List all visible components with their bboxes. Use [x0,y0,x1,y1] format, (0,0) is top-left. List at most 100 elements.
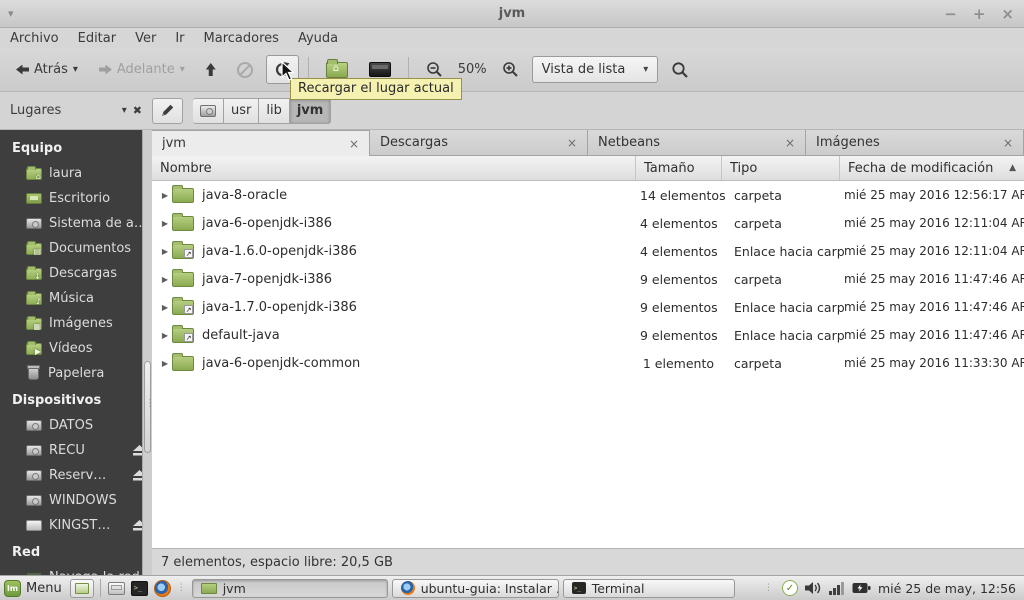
sidebar-item-datos[interactable]: DATOS [0,413,152,438]
sidebar-item-imagenes[interactable]: ▦ Imágenes [0,311,152,336]
menu-ir[interactable]: Ir [175,31,184,46]
computer-icon [369,62,391,77]
tab-netbeans[interactable]: Netbeans × [588,130,806,156]
folder-icon [172,216,194,231]
sidebar-item-sistema[interactable]: Sistema de a… [0,211,152,236]
breadcrumb-root-button[interactable] [193,98,224,124]
sidebar-item-kingston[interactable]: KINGST… [0,513,152,538]
sidebar-item-recu[interactable]: RECU [0,438,152,463]
tab-imagenes[interactable]: Imágenes × [806,130,1024,156]
taskbar-window-jvm[interactable]: jvm [192,579,388,598]
table-row[interactable]: ▶ ↗ java-1.7.0-openjdk-i386 9 elementos … [152,293,1024,321]
battery-icon[interactable] [852,582,871,594]
documents-folder-icon: ▤ [26,243,42,255]
tooltip: Recargar el lugar actual [290,78,462,100]
maximize-button[interactable]: + [973,5,986,23]
menu-archivo[interactable]: Archivo [10,31,59,46]
sidebar-scrollbar[interactable] [142,130,152,575]
sidebar-item-documentos[interactable]: ▤ Documentos [0,236,152,261]
menu-button[interactable]: lm Menu [4,580,66,597]
minimize-button[interactable]: − [944,5,957,23]
column-header-tamano[interactable]: Tamaño [636,156,722,180]
mouse-cursor [281,61,296,82]
table-row[interactable]: ▶ java-6-openjdk-common 1 elemento carpe… [152,349,1024,377]
close-tab-icon[interactable]: × [779,136,795,150]
symlink-folder-icon: ↗ [172,244,194,259]
expander-icon[interactable]: ▶ [158,303,172,312]
zoom-in-icon [502,61,519,78]
column-header-fecha[interactable]: Fecha de modificación ▲ [840,156,1024,180]
sidebar-item-escritorio[interactable]: Escritorio [0,186,152,211]
volume-icon[interactable] [805,581,822,595]
symlink-emblem-icon: ↗ [184,305,193,314]
column-header-nombre[interactable]: Nombre [152,156,636,180]
launcher-firefox[interactable] [153,579,172,598]
sidebar-section-red: Red [0,538,152,565]
sidebar-item-laura[interactable]: ⌂ laura [0,161,152,186]
forward-arrow-icon [99,65,112,75]
chevron-down-icon[interactable]: ▾ [122,105,127,116]
sidebar-item-descargas[interactable]: ↓ Descargas [0,261,152,286]
table-row[interactable]: ▶ ↗ java-1.6.0-openjdk-i386 4 elementos … [152,237,1024,265]
folder-icon [201,583,217,594]
close-tab-icon[interactable]: × [561,136,577,150]
edit-path-button[interactable] [152,98,183,124]
update-manager-icon[interactable]: ✓ [782,580,798,596]
stop-button [229,56,261,84]
expander-icon[interactable]: ▶ [158,275,172,284]
sidebar-item-papelera[interactable]: Papelera [0,361,152,386]
disk-icon [26,420,42,431]
column-header-tipo[interactable]: Tipo [722,156,840,180]
expander-icon[interactable]: ▶ [158,331,172,340]
status-text: 7 elementos, espacio libre: 20,5 GB [161,555,393,570]
search-button[interactable] [663,55,697,85]
menu-ayuda[interactable]: Ayuda [298,31,338,46]
breadcrumb-usr[interactable]: usr [224,98,259,124]
back-button[interactable]: Atrás ▾ [8,56,86,83]
breadcrumb-jvm[interactable]: jvm [290,98,331,124]
table-row[interactable]: ▶ java-7-openjdk-i386 9 elementos carpet… [152,265,1024,293]
sidebar-header[interactable]: Lugares ▾ ✖ [0,103,152,118]
chevron-down-icon[interactable]: ▾ [73,64,78,75]
table-row[interactable]: ▶ ↗ default-java 9 elementos Enlace haci… [152,321,1024,349]
table-row[interactable]: ▶ java-6-openjdk-i386 4 elementos carpet… [152,209,1024,237]
expander-icon[interactable]: ▶ [158,247,172,256]
chevron-down-icon: ▾ [643,64,648,75]
expander-icon[interactable]: ▶ [158,359,172,368]
desktop-icon [26,193,42,204]
view-mode-select[interactable]: Vista de lista ▾ [532,56,659,83]
taskbar-window-firefox[interactable]: ubuntu-guia: Instalar ... [392,579,559,598]
expander-icon[interactable]: ▶ [158,191,172,200]
network-signal-icon[interactable] [829,581,845,595]
pictures-folder-icon: ▦ [26,318,42,330]
sort-ascending-icon: ▲ [1009,163,1016,173]
launcher-computer[interactable] [107,579,126,598]
menu-editar[interactable]: Editar [78,31,117,46]
titlebar[interactable]: ▾ jvm − + × [0,0,1024,28]
table-row[interactable]: ▶ java-8-oracle 14 elementos carpeta mié… [152,181,1024,209]
breadcrumb-lib[interactable]: lib [259,98,289,124]
zoom-in-button[interactable] [494,55,527,84]
symlink-folder-icon: ↗ [172,300,194,315]
taskbar-window-terminal[interactable]: >_ Terminal [563,579,735,598]
home-folder-icon [326,62,348,78]
menu-ver[interactable]: Ver [135,31,156,46]
expander-icon[interactable]: ▶ [158,219,172,228]
tab-descargas[interactable]: Descargas × [370,130,588,156]
sidebar-item-videos[interactable]: ▶ Vídeos [0,336,152,361]
clock[interactable]: mié 25 de may, 12:56 [878,581,1016,596]
scrollbar-thumb[interactable] [144,361,151,453]
close-tab-icon[interactable]: × [997,136,1013,150]
sidebar-item-musica[interactable]: ♪ Música [0,286,152,311]
show-desktop-button[interactable] [70,579,94,598]
up-button[interactable] [198,57,224,82]
tab-jvm[interactable]: jvm × [152,130,370,156]
launcher-terminal[interactable]: >_ [130,579,149,598]
sidebar-item-windows[interactable]: WINDOWS [0,488,152,513]
sidebar-item-reservado[interactable]: Reserv… [0,463,152,488]
close-sidebar-icon[interactable]: ✖ [133,104,142,117]
menu-marcadores[interactable]: Marcadores [204,31,279,46]
sidebar-item-red[interactable]: Navega la red [0,565,152,575]
close-tab-icon[interactable]: × [343,137,359,151]
close-button[interactable]: × [1001,5,1014,23]
